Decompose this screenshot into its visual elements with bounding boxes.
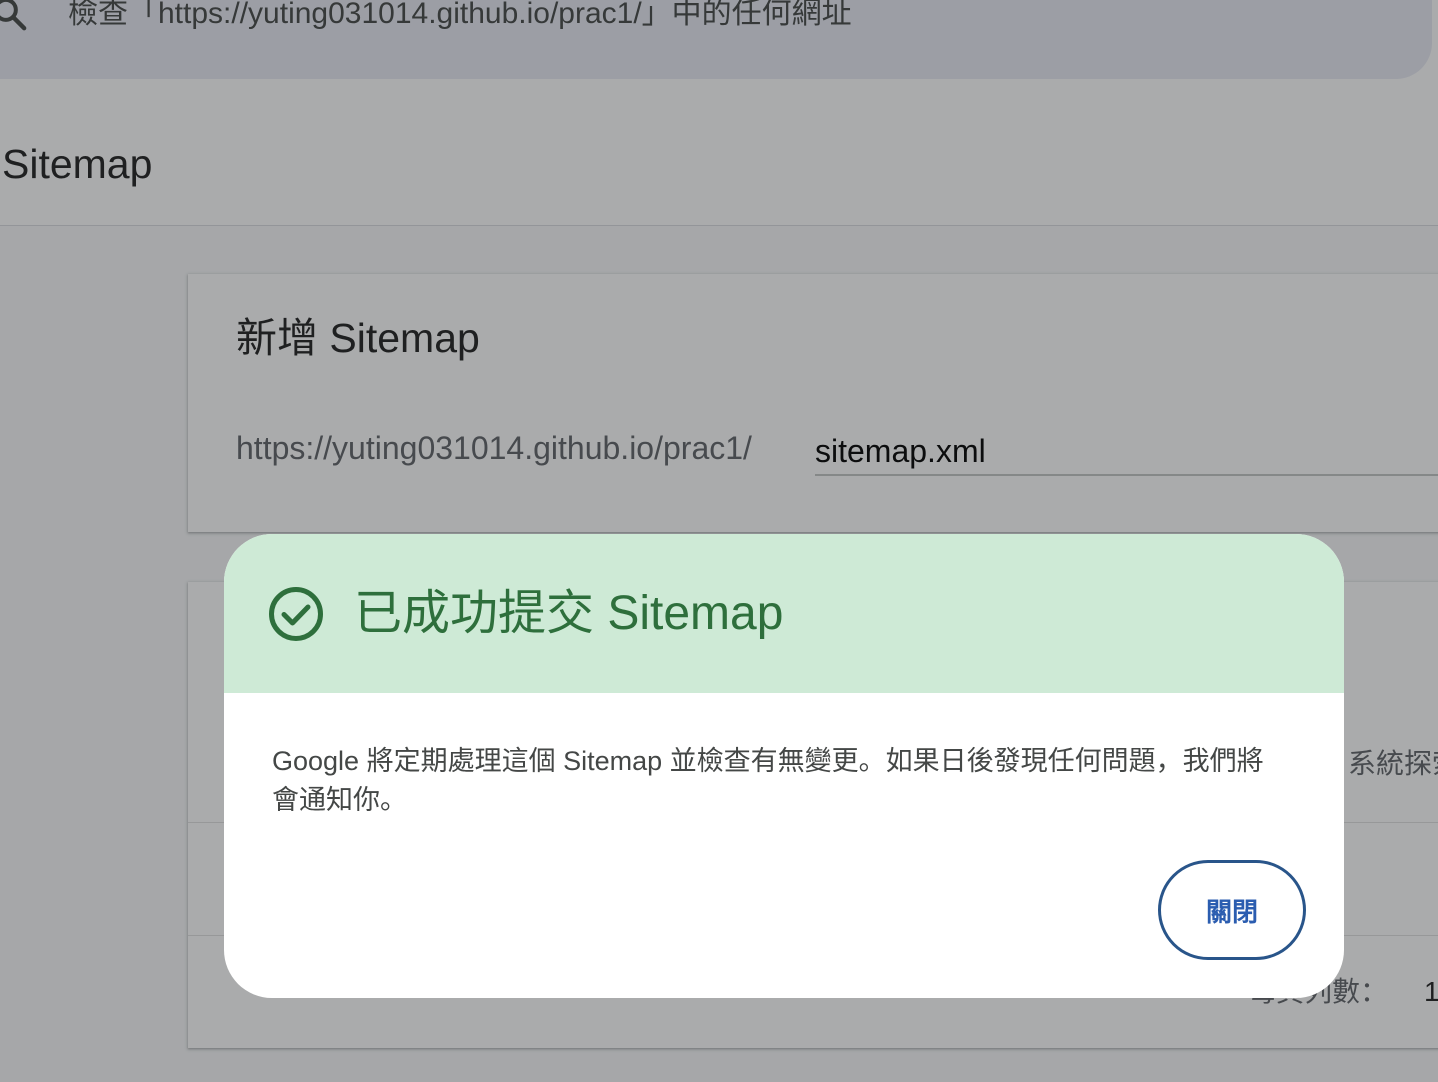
dialog-header: 已成功提交 Sitemap <box>224 534 1344 693</box>
dialog-title: 已成功提交 Sitemap <box>354 587 784 640</box>
dialog-message: Google 將定期處理這個 Sitemap 並檢查有無變更。如果日後發現任何問… <box>272 746 1264 815</box>
sitemap-submitted-dialog: 已成功提交 Sitemap Google 將定期處理這個 Sitemap 並檢查… <box>224 534 1344 998</box>
search-console-page: 檢查「https://yuting031014.github.io/prac1/… <box>0 0 1438 1082</box>
close-button[interactable]: 關閉 <box>1158 860 1306 960</box>
check-circle-icon <box>269 587 323 641</box>
